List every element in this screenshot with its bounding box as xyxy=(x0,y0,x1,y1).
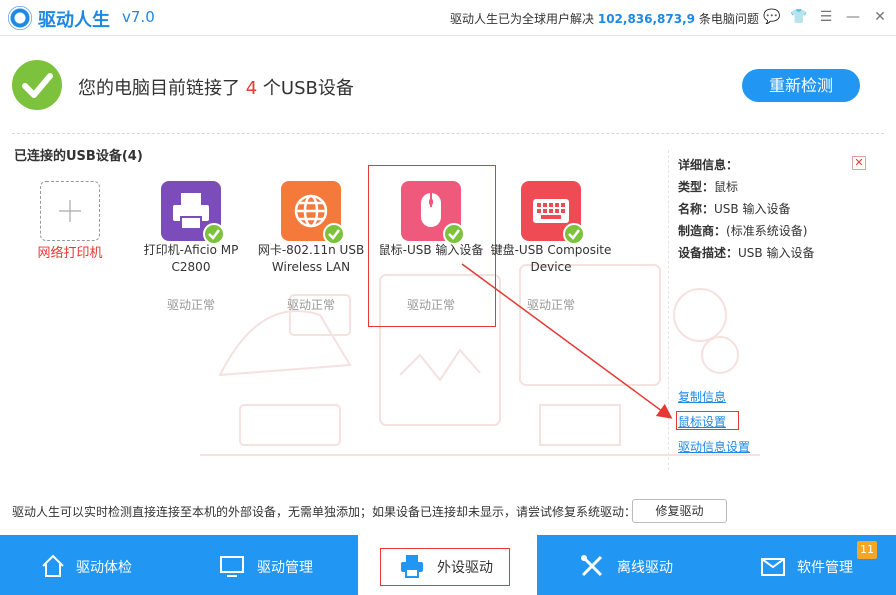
detail-panel-divider xyxy=(668,150,669,470)
software-update-badge: 11 xyxy=(857,541,877,559)
headline-count: 4 xyxy=(245,78,258,99)
device-count-headline: 您的电脑目前链接了 4 个USB设备 xyxy=(78,74,354,100)
device-status: 驱动正常 xyxy=(526,298,575,312)
nav-label: 驱动管理 xyxy=(257,560,313,576)
footer-note: 驱动人生可以实时检测直接连接至本机的外部设备，无需单独添加；如果设备已连接却未显… xyxy=(12,505,637,519)
stats-text: 驱动人生已为全球用户解决 102,836,873,9 条电脑问题 xyxy=(450,10,759,27)
home-icon xyxy=(42,554,64,577)
detail-value: (标准系统设备) xyxy=(726,224,808,238)
success-check-icon xyxy=(12,60,62,110)
active-nav-highlight xyxy=(380,548,510,586)
repair-driver-button[interactable]: 修复驱动 xyxy=(632,499,727,523)
device-name: 网卡-802.11n USB Wireless LAN xyxy=(257,243,365,274)
detail-title: 详细信息： xyxy=(678,158,739,172)
nav-offline-driver[interactable]: 离线驱动 xyxy=(537,535,716,595)
stats-prefix: 驱动人生已为全球用户解决 xyxy=(450,12,595,26)
nav-driver-manage[interactable]: 驱动管理 xyxy=(179,535,358,595)
nav-label: 驱动体检 xyxy=(76,560,132,576)
device-status: 驱动正常 xyxy=(286,298,335,312)
stats-suffix: 条电脑问题 xyxy=(698,12,759,26)
skin-icon[interactable]: 👕 xyxy=(789,7,809,27)
section-title: 已连接的USB设备(4) xyxy=(14,149,143,164)
tools-icon xyxy=(581,555,603,577)
app-logo-icon xyxy=(8,6,32,30)
detail-key: 类型： xyxy=(678,180,715,194)
add-printer-icon[interactable] xyxy=(40,181,100,241)
nav-label: 软件管理 xyxy=(797,560,853,576)
device-name: 键盘-USB Composite Device xyxy=(490,243,612,274)
title-bar: 驱动人生 v7.0 驱动人生已为全球用户解决 102,836,873,9 条电脑… xyxy=(0,0,896,36)
minimize-button[interactable]: — xyxy=(843,7,863,27)
menu-icon[interactable]: ☰ xyxy=(816,7,836,27)
selected-device-highlight xyxy=(368,165,496,327)
device-name: 打印机-Aficio MP C2800 xyxy=(143,243,239,274)
stats-number: 102,836,873,9 xyxy=(597,12,696,26)
detail-key: 制造商： xyxy=(678,224,727,238)
box-icon xyxy=(761,558,785,576)
headline-prefix: 您的电脑目前链接了 xyxy=(78,78,240,99)
monitor-icon xyxy=(220,556,244,577)
detail-panel: 详细信息： 类型：鼠标 名称：USB 输入设备 制造商：(标准系统设备) 设备描… xyxy=(678,154,814,264)
detail-value: USB 输入设备 xyxy=(714,202,791,216)
mouse-settings-highlight xyxy=(676,411,739,430)
printer-icon xyxy=(161,181,225,245)
detail-key: 设备描述： xyxy=(678,246,739,260)
close-button[interactable]: ✕ xyxy=(870,7,890,27)
close-detail-icon[interactable]: ✕ xyxy=(852,156,866,170)
driver-info-settings-link[interactable]: 驱动信息设置 xyxy=(678,438,750,455)
detail-value: 鼠标 xyxy=(714,180,739,194)
nav-label: 离线驱动 xyxy=(617,560,673,576)
copy-info-link[interactable]: 复制信息 xyxy=(678,388,726,405)
app-name: 驱动人生 xyxy=(38,10,110,31)
keyboard-icon xyxy=(521,181,585,245)
nav-driver-check[interactable]: 驱动体检 xyxy=(0,535,179,595)
device-status: 驱动正常 xyxy=(166,298,215,312)
recheck-button[interactable]: 重新检测 xyxy=(742,69,860,102)
detail-key: 名称： xyxy=(678,202,715,216)
globe-icon xyxy=(281,181,345,245)
feedback-icon[interactable]: 💬 xyxy=(762,7,782,27)
app-version: v7.0 xyxy=(122,8,155,26)
detail-value: USB 输入设备 xyxy=(738,246,815,260)
header-divider xyxy=(12,133,884,134)
add-printer-label[interactable]: 网络打印机 xyxy=(8,245,132,262)
headline-suffix: 个USB设备 xyxy=(262,78,354,99)
